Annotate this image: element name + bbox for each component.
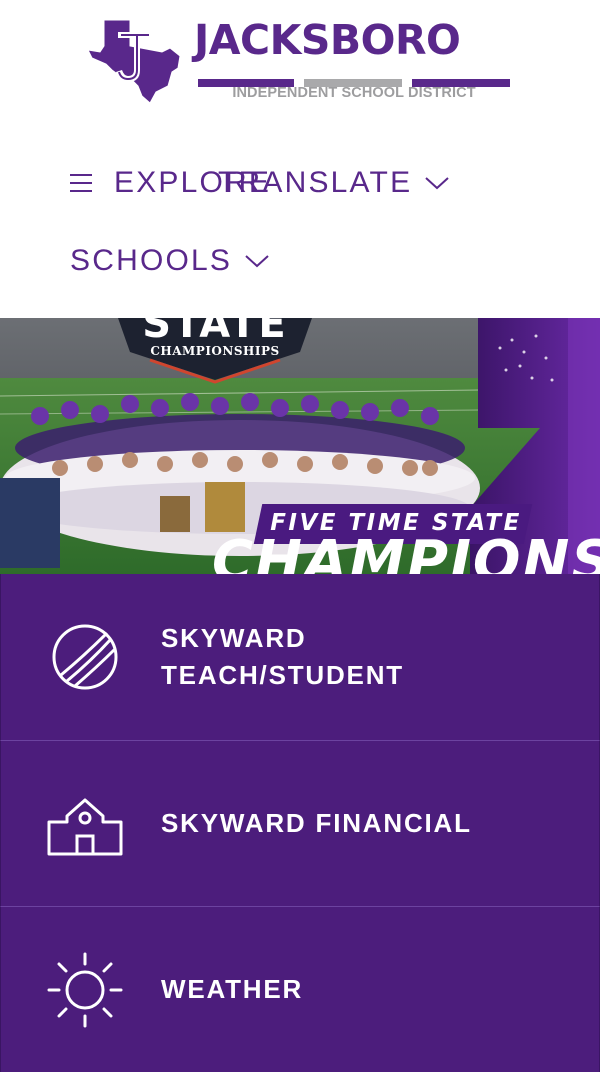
- hamburger-icon: [70, 174, 92, 192]
- skyward-financial-link[interactable]: SKYWARD FINANCIAL: [0, 740, 600, 906]
- skyward-teach-student-link[interactable]: SKYWARD TEACH/STUDENT: [0, 574, 600, 740]
- school-building-icon: [47, 798, 123, 856]
- hero-badge-subtitle: CHAMPIONSHIPS: [150, 344, 280, 358]
- hero-badge-title: STATE: [142, 318, 288, 347]
- district-subtitle: INDEPENDENT SCHOOL DISTRICT: [232, 85, 476, 101]
- schools-dropdown[interactable]: SCHOOLS: [70, 246, 270, 276]
- district-name: JACKSBORO: [194, 16, 461, 64]
- weather-link[interactable]: WEATHER: [0, 906, 600, 1072]
- chevron-down-icon: [425, 177, 449, 190]
- hero-headline: CHAMPIONS: [212, 534, 600, 574]
- link-label-line1: SKYWARD: [161, 623, 307, 653]
- translate-dropdown[interactable]: TRANSLATE: [218, 168, 450, 198]
- weather-label: WEATHER: [161, 974, 304, 1004]
- link-label-line2: TEACH/STUDENT: [161, 660, 404, 690]
- hero-caption-text: FIVE TIME STATE: [270, 510, 522, 536]
- district-logo[interactable]: JACKSBORO INDEPENDENT SCHOOL DISTRICT: [88, 12, 518, 107]
- skyward-financial-label: SKYWARD FINANCIAL: [161, 808, 472, 838]
- hero-headline-clip: CHAMPIONS: [0, 534, 600, 574]
- translate-label: TRANSLATE: [218, 166, 413, 199]
- texas-j-logo-icon: [88, 19, 181, 104]
- schools-label: SCHOOLS: [70, 244, 233, 277]
- chevron-down-icon: [245, 255, 269, 268]
- skyward-teach-student-label: SKYWARD TEACH/STUDENT: [161, 620, 404, 694]
- globe-icon: [52, 624, 118, 690]
- quick-links: SKYWARD TEACH/STUDENT SKYWARD FINANCIAL …: [0, 574, 600, 1072]
- sun-icon: [47, 952, 123, 1028]
